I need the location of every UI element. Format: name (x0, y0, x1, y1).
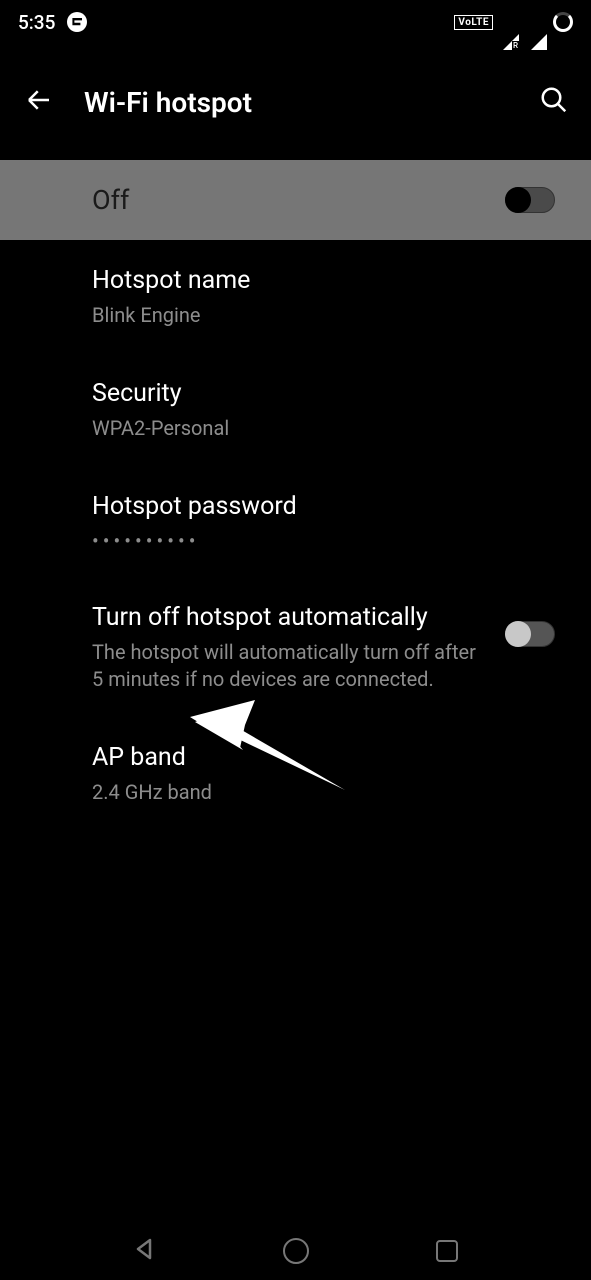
status-left: 5:35 (18, 11, 87, 34)
arrow-left-icon (24, 85, 54, 115)
back-button[interactable] (24, 85, 54, 119)
setting-hotspot-name[interactable]: Hotspot name Blink Engine (92, 240, 591, 353)
setting-security[interactable]: Security WPA2-Personal (92, 353, 591, 466)
setting-value: WPA2-Personal (92, 415, 555, 442)
signal-2-icon: 4G+ (531, 11, 547, 34)
clock: 5:35 (18, 11, 55, 34)
hotspot-master-toggle[interactable] (505, 187, 555, 213)
setting-description: The hotspot will automatically turn off … (92, 639, 485, 693)
setting-title: Hotspot name (92, 264, 555, 298)
toggle-knob (505, 621, 531, 647)
system-nav-bar (0, 1222, 591, 1280)
setting-title: Turn off hotspot automatically (92, 601, 485, 635)
setting-title: AP band (92, 741, 555, 775)
notification-icon (67, 12, 87, 32)
loading-icon (553, 12, 573, 32)
hotspot-master-toggle-row[interactable]: Off (0, 160, 591, 240)
volte-badge: VoLTE (454, 15, 493, 30)
setting-value: Blink Engine (92, 302, 555, 329)
settings-list: Hotspot name Blink Engine Security WPA2-… (0, 240, 591, 830)
setting-title: Hotspot password (92, 490, 555, 524)
page-title: Wi-Fi hotspot (84, 86, 509, 119)
setting-title: Security (92, 377, 555, 411)
setting-ap-band[interactable]: AP band 2.4 GHz band (92, 717, 591, 830)
search-icon (539, 85, 569, 115)
auto-off-toggle[interactable] (505, 621, 555, 647)
toggle-knob (505, 187, 531, 213)
setting-password[interactable]: Hotspot password •••••••••• (92, 466, 591, 578)
app-header: Wi-Fi hotspot (0, 44, 591, 160)
nav-back-button[interactable] (133, 1237, 157, 1265)
nav-back-icon (133, 1237, 157, 1261)
search-button[interactable] (539, 85, 569, 119)
nav-home-button[interactable] (283, 1238, 309, 1264)
status-right: VoLTE R 4G+ (454, 11, 573, 34)
setting-value: 2.4 GHz band (92, 779, 555, 806)
signal-1-icon: R (503, 11, 519, 34)
hotspot-state-label: Off (92, 184, 129, 216)
password-mask: •••••••••• (92, 529, 555, 553)
setting-auto-off[interactable]: Turn off hotspot automatically The hotsp… (92, 577, 591, 717)
status-bar: 5:35 VoLTE R 4G+ (0, 0, 591, 44)
nav-recent-button[interactable] (436, 1240, 458, 1262)
